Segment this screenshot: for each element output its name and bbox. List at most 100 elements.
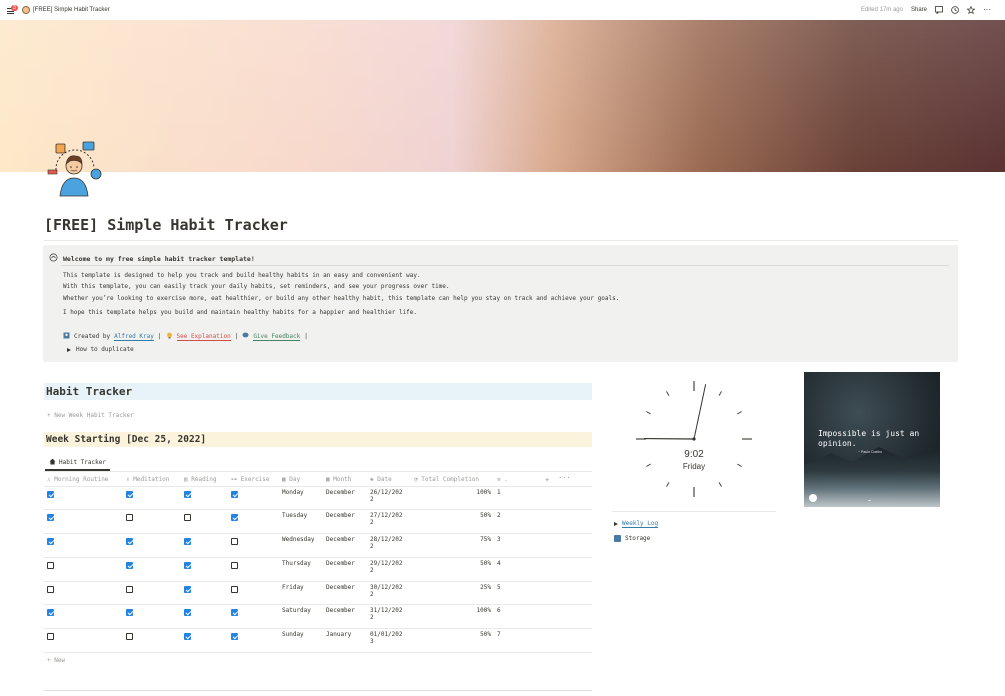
date-cell[interactable]: 31/12/202 2 bbox=[367, 604, 411, 630]
table-row[interactable]: Tuesday December 27/12/202 2 50% 2 bbox=[44, 509, 592, 535]
meditation-checkbox[interactable] bbox=[126, 561, 133, 569]
tab-habit-tracker[interactable]: Habit Tracker bbox=[45, 456, 110, 471]
morning-routine-checkbox[interactable] bbox=[47, 490, 54, 498]
weekly-log-link[interactable]: Weekly Log bbox=[622, 520, 659, 528]
column-header-total-completion[interactable]: ◔ Total Completion bbox=[411, 473, 494, 487]
weekly-log-toggle[interactable]: Weekly Log bbox=[614, 517, 659, 531]
column-header-number[interactable]: ⚒ . bbox=[494, 473, 534, 487]
table-more-button[interactable]: ··· bbox=[558, 474, 571, 482]
number-cell[interactable]: 2 bbox=[494, 509, 534, 535]
number-cell[interactable]: 4 bbox=[494, 557, 534, 582]
column-header-month[interactable]: ▦ Month bbox=[323, 473, 367, 487]
reading-checkbox[interactable] bbox=[184, 514, 191, 522]
number-cell[interactable]: 3 bbox=[494, 533, 534, 558]
table-row[interactable]: Thursday December 29/12/202 2 50% 4 bbox=[44, 557, 592, 582]
meditation-checkbox[interactable] bbox=[126, 514, 133, 522]
exercise-checkbox[interactable] bbox=[231, 561, 238, 569]
column-header-day[interactable]: ▦ Day bbox=[279, 473, 323, 487]
exercise-checkbox[interactable] bbox=[231, 490, 238, 498]
how-to-duplicate-toggle[interactable]: How to duplicate bbox=[67, 346, 134, 353]
month-cell[interactable]: December bbox=[323, 581, 367, 606]
total-completion-cell[interactable]: 50% bbox=[411, 557, 494, 582]
give-feedback-link[interactable]: Give Feedback bbox=[253, 333, 301, 341]
share-button[interactable]: Share bbox=[911, 7, 927, 13]
month-cell[interactable]: December bbox=[323, 557, 367, 582]
breadcrumb-page-title[interactable]: [FREE] Simple Habit Tracker bbox=[33, 7, 110, 13]
morning-routine-checkbox[interactable] bbox=[47, 585, 54, 593]
page-title[interactable]: [FREE] Simple Habit Tracker bbox=[44, 216, 288, 234]
month-cell[interactable]: January bbox=[323, 628, 367, 654]
number-cell[interactable]: 5 bbox=[494, 581, 534, 606]
week-starting-heading[interactable]: Week Starting [Dec 25, 2022] bbox=[44, 432, 592, 447]
morning-routine-checkbox[interactable] bbox=[47, 609, 54, 617]
date-cell[interactable]: 30/12/202 2 bbox=[367, 581, 411, 606]
more-options-icon[interactable]: ··· bbox=[983, 6, 991, 14]
column-header-date[interactable]: ◈ Date bbox=[367, 473, 411, 487]
reading-checkbox[interactable] bbox=[184, 609, 191, 617]
table-row[interactable]: Wednesday December 28/12/202 2 75% 3 bbox=[44, 533, 592, 558]
total-completion-cell[interactable]: 25% bbox=[411, 581, 494, 606]
toggle-triangle-icon[interactable] bbox=[614, 522, 618, 526]
favorite-star-icon[interactable] bbox=[966, 5, 976, 15]
number-cell[interactable]: 7 bbox=[494, 628, 534, 654]
see-explanation-link[interactable]: See Explanation bbox=[176, 333, 231, 341]
exercise-checkbox[interactable] bbox=[231, 585, 238, 593]
total-completion-cell[interactable]: 50% bbox=[411, 509, 494, 535]
column-header-reading[interactable]: ▤ Reading bbox=[181, 473, 228, 487]
add-property-button[interactable]: + bbox=[545, 476, 549, 484]
comment-icon[interactable] bbox=[935, 6, 943, 15]
table-row[interactable]: Saturday December 31/12/202 2 100% 6 bbox=[44, 604, 592, 630]
history-icon[interactable] bbox=[951, 6, 959, 14]
date-cell[interactable]: 29/12/202 2 bbox=[367, 557, 411, 582]
habit-person-icon[interactable] bbox=[46, 140, 104, 198]
morning-routine-checkbox[interactable] bbox=[47, 514, 54, 522]
total-completion-cell[interactable]: 50% bbox=[411, 628, 494, 654]
meditation-checkbox[interactable] bbox=[126, 585, 133, 593]
table-row[interactable]: Friday December 30/12/202 2 25% 5 bbox=[44, 581, 592, 606]
new-row-button[interactable]: + New bbox=[47, 657, 65, 664]
meditation-checkbox[interactable] bbox=[126, 538, 133, 546]
month-cell[interactable]: December bbox=[323, 533, 367, 558]
date-cell[interactable]: 27/12/202 2 bbox=[367, 509, 411, 535]
author-link[interactable]: Alfred Kray bbox=[114, 333, 154, 341]
day-cell[interactable]: Wednesday bbox=[279, 533, 323, 558]
habit-tracker-heading[interactable]: Habit Tracker bbox=[44, 383, 592, 400]
column-header-morning-routine[interactable]: ♙ Morning Routine bbox=[44, 473, 123, 487]
date-cell[interactable]: 28/12/202 2 bbox=[367, 533, 411, 558]
day-cell[interactable]: Tuesday bbox=[279, 509, 323, 535]
quote-image[interactable]: Impossible is just an opinion. ~ Paulo C… bbox=[804, 372, 940, 507]
reading-checkbox[interactable] bbox=[184, 585, 191, 593]
exercise-checkbox[interactable] bbox=[231, 633, 238, 641]
day-cell[interactable]: Monday bbox=[279, 486, 323, 511]
day-cell[interactable]: Friday bbox=[279, 581, 323, 606]
day-cell[interactable]: Sunday bbox=[279, 628, 323, 654]
exercise-checkbox[interactable] bbox=[231, 538, 238, 546]
number-cell[interactable]: 1 bbox=[494, 486, 534, 511]
month-cell[interactable]: December bbox=[323, 509, 367, 535]
day-cell[interactable]: Saturday bbox=[279, 604, 323, 630]
inbox-icon[interactable]: 3 bbox=[6, 4, 18, 16]
total-completion-cell[interactable]: 100% bbox=[411, 486, 494, 511]
reading-checkbox[interactable] bbox=[184, 561, 191, 569]
exercise-checkbox[interactable] bbox=[231, 514, 238, 522]
storage-link[interactable]: Storage bbox=[614, 531, 658, 545]
reading-checkbox[interactable] bbox=[184, 490, 191, 498]
table-row[interactable]: Sunday January 01/01/202 3 50% 7 bbox=[44, 628, 592, 654]
month-cell[interactable]: December bbox=[323, 486, 367, 511]
meditation-checkbox[interactable] bbox=[126, 633, 133, 641]
toggle-triangle-icon[interactable] bbox=[67, 347, 71, 352]
meditation-checkbox[interactable] bbox=[126, 609, 133, 617]
table-row[interactable]: Monday December 26/12/202 2 100% 1 bbox=[44, 486, 592, 511]
date-cell[interactable]: 01/01/202 3 bbox=[367, 628, 411, 654]
month-cell[interactable]: December bbox=[323, 604, 367, 630]
total-completion-cell[interactable]: 75% bbox=[411, 533, 494, 558]
reading-checkbox[interactable] bbox=[184, 538, 191, 546]
meditation-checkbox[interactable] bbox=[126, 490, 133, 498]
number-cell[interactable]: 6 bbox=[494, 604, 534, 630]
morning-routine-checkbox[interactable] bbox=[47, 633, 54, 641]
column-header-exercise[interactable]: ⊶ Exercise bbox=[228, 473, 279, 487]
exercise-checkbox[interactable] bbox=[231, 609, 238, 617]
total-completion-cell[interactable]: 100% bbox=[411, 604, 494, 630]
reading-checkbox[interactable] bbox=[184, 633, 191, 641]
column-header-meditation[interactable]: ♗ Meditation bbox=[123, 473, 181, 487]
